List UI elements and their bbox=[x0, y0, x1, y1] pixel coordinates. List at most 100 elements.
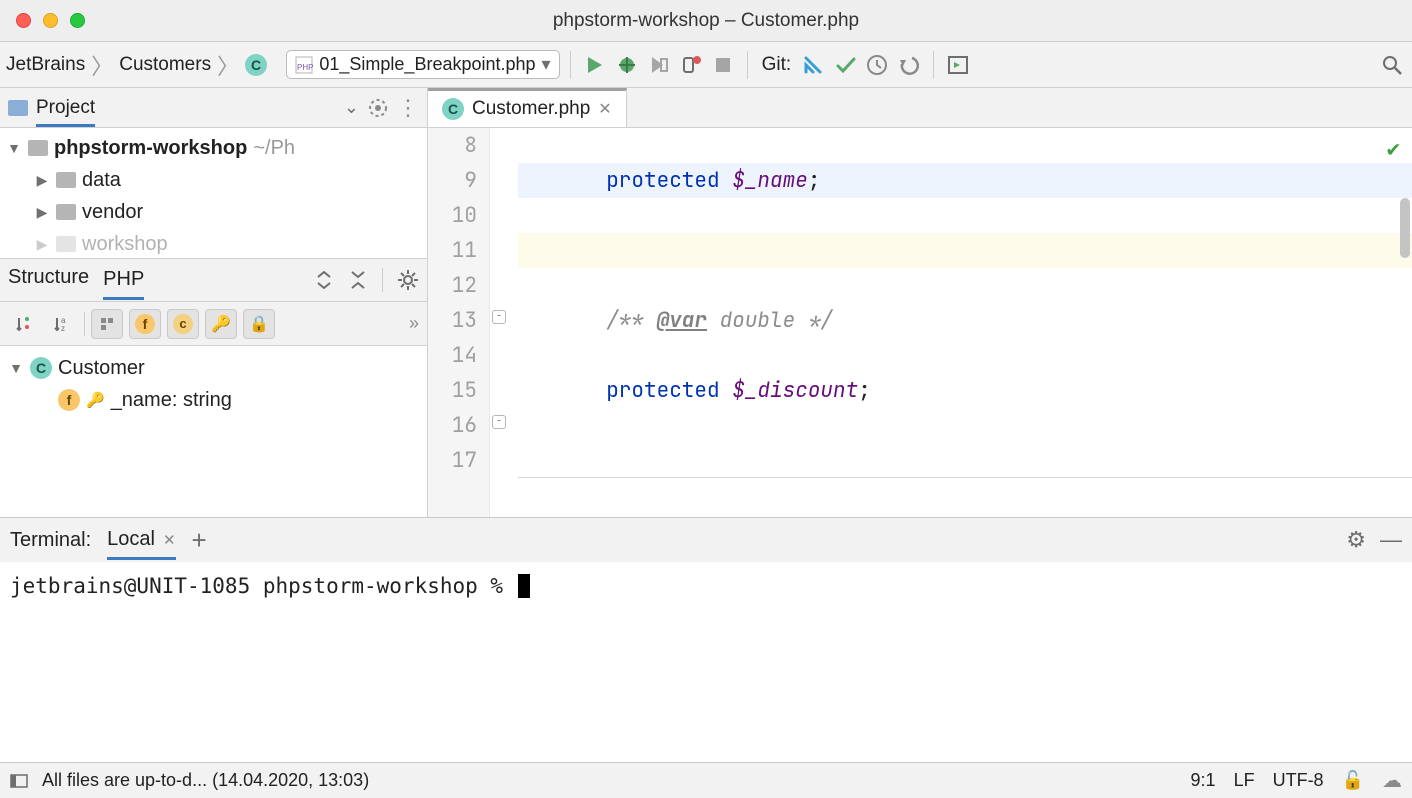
project-panel-title[interactable]: Project bbox=[36, 97, 95, 127]
close-window-button[interactable] bbox=[16, 13, 31, 28]
minimize-window-button[interactable] bbox=[43, 13, 58, 28]
breadcrumb-item[interactable]: Customers bbox=[119, 54, 211, 76]
maximize-window-button[interactable] bbox=[70, 13, 85, 28]
structure-class-row[interactable]: ▼ C Customer bbox=[0, 352, 427, 384]
fold-end-icon[interactable]: − bbox=[492, 415, 506, 429]
svg-text:z: z bbox=[61, 324, 65, 333]
separator bbox=[570, 51, 571, 79]
code-line[interactable]: /** bbox=[518, 513, 1412, 517]
tree-row-root[interactable]: ▼ phpstorm-workshop ~/Ph bbox=[0, 132, 427, 164]
run-button[interactable] bbox=[581, 51, 609, 79]
inspection-ok-icon[interactable]: ✔ bbox=[1387, 134, 1400, 163]
close-tab-icon[interactable]: ✕ bbox=[598, 99, 611, 119]
code-line[interactable]: protected $_name; bbox=[518, 163, 1412, 198]
project-tree[interactable]: ▼ phpstorm-workshop ~/Ph ▶ data ▶ vendor… bbox=[0, 128, 427, 258]
code-line[interactable] bbox=[518, 233, 1412, 268]
breadcrumb-item[interactable]: JetBrains bbox=[6, 54, 85, 76]
tree-label: data bbox=[82, 169, 121, 192]
tree-row[interactable]: ▶ data bbox=[0, 164, 427, 196]
terminal-tab[interactable]: Local ✕ bbox=[107, 528, 175, 560]
breadcrumb-sep: 〉 bbox=[217, 49, 239, 81]
separator bbox=[382, 268, 383, 292]
debug-button[interactable] bbox=[613, 51, 641, 79]
git-history-button[interactable] bbox=[863, 51, 891, 79]
line-number[interactable]: 10 bbox=[428, 198, 477, 233]
readonly-toggle-icon[interactable]: 🔓 bbox=[1342, 770, 1364, 791]
expand-all-icon[interactable] bbox=[314, 270, 334, 290]
folder-icon bbox=[56, 236, 76, 252]
structure-tab[interactable]: Structure bbox=[8, 266, 89, 295]
terminal-body[interactable]: jetbrains@UNIT-1085 phpstorm-workshop % bbox=[0, 562, 1412, 762]
tool-windows-icon[interactable] bbox=[10, 774, 28, 788]
show-fields-icon[interactable]: f bbox=[129, 309, 161, 339]
sort-alpha-icon[interactable]: az bbox=[46, 309, 78, 339]
git-commit-button[interactable] bbox=[831, 51, 859, 79]
run-with-coverage-button[interactable] bbox=[645, 51, 673, 79]
terminal-prompt: jetbrains@UNIT-1085 phpstorm-workshop % bbox=[10, 574, 516, 598]
close-tab-icon[interactable]: ✕ bbox=[163, 531, 176, 549]
line-number[interactable]: 12 bbox=[428, 268, 477, 303]
minimize-panel-icon[interactable]: — bbox=[1380, 527, 1402, 553]
caret-position[interactable]: 9:1 bbox=[1191, 770, 1216, 791]
show-nonpublic-icon[interactable]: 🔑 bbox=[205, 309, 237, 339]
folder-icon bbox=[56, 204, 76, 220]
show-constants-icon[interactable]: c bbox=[167, 309, 199, 339]
php-tab[interactable]: PHP bbox=[103, 268, 144, 300]
line-gutter[interactable]: 8 9 10 11 12 13 14 15 16 17 bbox=[428, 128, 490, 517]
new-terminal-tab-button[interactable]: + bbox=[192, 525, 207, 556]
run-configuration-selector[interactable]: PHP 01_Simple_Breakpoint.php ▾ bbox=[286, 50, 559, 79]
code-line[interactable]: protected $_discount; bbox=[518, 373, 1412, 408]
git-rollback-button[interactable] bbox=[895, 51, 923, 79]
expand-icon[interactable]: ▼ bbox=[8, 360, 24, 376]
tree-row[interactable]: ▶ workshop bbox=[0, 228, 427, 258]
line-number[interactable]: 13 bbox=[428, 303, 477, 338]
structure-toolbar: az f c 🔑 🔒 » bbox=[0, 302, 427, 346]
code-editor[interactable]: 8 9 10 11 12 13 14 15 16 17 − − protecte… bbox=[428, 128, 1412, 517]
chevron-down-icon[interactable]: ⌄ bbox=[344, 97, 359, 118]
code-area[interactable]: protected $_name; /** @var double */ pro… bbox=[512, 128, 1412, 517]
expand-icon[interactable]: ▶ bbox=[34, 236, 50, 253]
window-controls bbox=[0, 13, 85, 28]
folder-icon bbox=[28, 140, 48, 156]
git-update-button[interactable] bbox=[799, 51, 827, 79]
tree-row[interactable]: ▶ vendor bbox=[0, 196, 427, 228]
code-line[interactable]: /** @var double */ bbox=[518, 303, 1412, 338]
line-number[interactable]: 16 bbox=[428, 408, 477, 443]
fold-gutter[interactable]: − − bbox=[490, 128, 512, 517]
collapse-all-icon[interactable] bbox=[348, 270, 368, 290]
line-number[interactable]: 14 bbox=[428, 338, 477, 373]
sort-by-visibility-icon[interactable] bbox=[8, 309, 40, 339]
line-separator[interactable]: LF bbox=[1234, 770, 1255, 791]
notifications-icon[interactable]: ☁ bbox=[1382, 768, 1402, 793]
stop-button[interactable] bbox=[709, 51, 737, 79]
file-encoding[interactable]: UTF-8 bbox=[1273, 770, 1324, 791]
line-number[interactable]: 17 bbox=[428, 443, 477, 478]
structure-field-label: _name: string bbox=[111, 389, 232, 412]
expand-icon[interactable]: ▼ bbox=[6, 140, 22, 156]
line-number[interactable]: 11 bbox=[428, 233, 477, 268]
expand-icon[interactable]: ▶ bbox=[34, 172, 50, 189]
scrollbar-thumb[interactable] bbox=[1400, 198, 1410, 258]
listen-debug-button[interactable] bbox=[677, 51, 705, 79]
select-opened-file-button[interactable] bbox=[367, 97, 389, 119]
vcs-status-text[interactable]: All files are up-to-d... (14.04.2020, 13… bbox=[42, 770, 369, 791]
code-line[interactable] bbox=[518, 443, 1412, 478]
structure-tree[interactable]: ▼ C Customer f 🔑 _name: string bbox=[0, 346, 427, 517]
editor-tab[interactable]: C Customer.php ✕ bbox=[428, 88, 627, 127]
structure-field-row[interactable]: f 🔑 _name: string bbox=[0, 384, 427, 416]
search-everywhere-button[interactable] bbox=[1378, 51, 1406, 79]
expand-icon[interactable]: ▶ bbox=[34, 204, 50, 221]
line-number[interactable]: 8 bbox=[428, 128, 477, 163]
line-number[interactable]: 15 bbox=[428, 373, 477, 408]
gear-icon[interactable] bbox=[397, 269, 419, 291]
fold-start-icon[interactable]: − bbox=[492, 310, 506, 324]
show-private-icon[interactable]: 🔒 bbox=[243, 309, 275, 339]
breadcrumb[interactable]: JetBrains 〉 Customers 〉 C bbox=[6, 49, 274, 81]
class-icon: C bbox=[30, 357, 52, 379]
more-icon[interactable]: » bbox=[409, 313, 419, 334]
gear-icon[interactable]: ⚙ bbox=[1346, 527, 1366, 553]
collapse-icon[interactable]: ⋮ bbox=[397, 95, 419, 121]
show-members-icon[interactable] bbox=[91, 309, 123, 339]
line-number[interactable]: 9 bbox=[428, 163, 477, 198]
run-anything-button[interactable] bbox=[944, 51, 972, 79]
